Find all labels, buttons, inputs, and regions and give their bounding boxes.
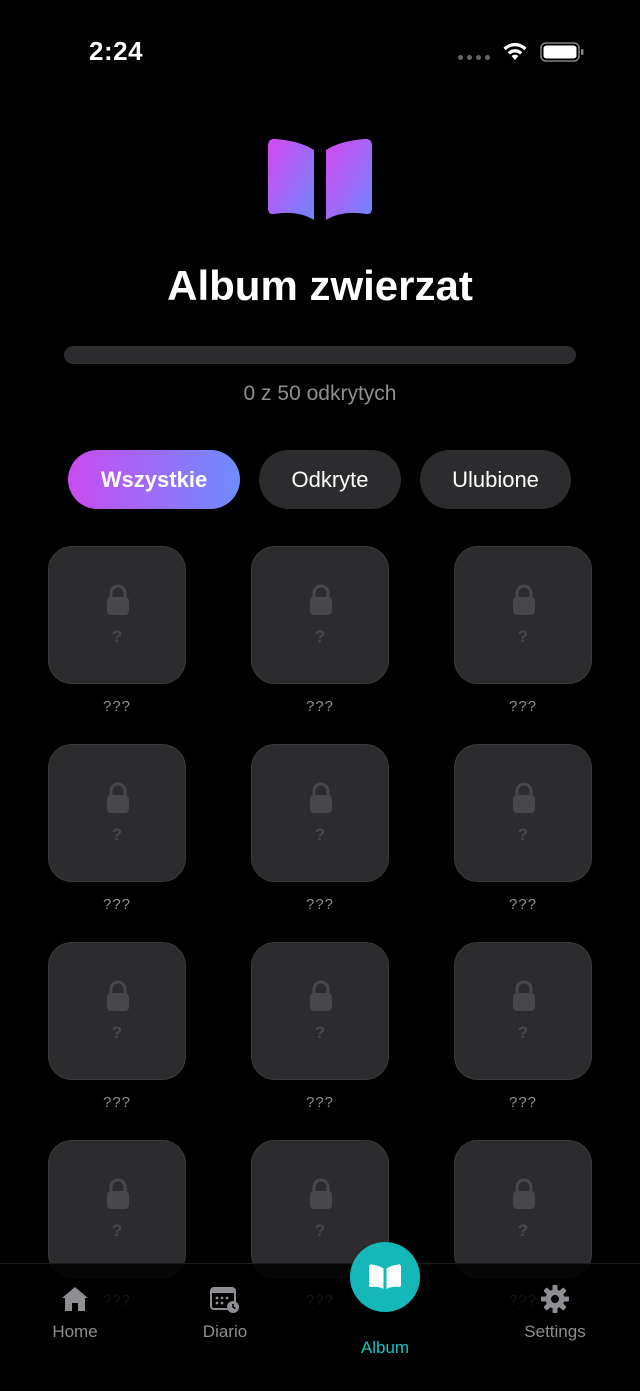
lock-icon bbox=[513, 782, 535, 813]
lock-icon bbox=[310, 980, 332, 1011]
card-placeholder: ? bbox=[517, 1221, 529, 1240]
card-placeholder: ? bbox=[111, 1023, 123, 1042]
tab-album-label: Album bbox=[360, 1338, 410, 1357]
lock-icon bbox=[513, 1178, 535, 1209]
tab-home[interactable]: Home bbox=[30, 1264, 120, 1391]
tab-home-label: Home bbox=[52, 1322, 98, 1341]
gear-icon bbox=[541, 1285, 569, 1313]
card-placeholder: ? bbox=[111, 627, 123, 646]
tab-diario[interactable]: Diario bbox=[180, 1264, 270, 1391]
tab-settings-label: Settings bbox=[524, 1322, 586, 1341]
book-open-icon bbox=[268, 138, 372, 220]
calendar-clock-icon bbox=[210, 1287, 239, 1313]
animal-card-locked[interactable]: ? bbox=[251, 546, 389, 684]
book-open-icon bbox=[369, 1264, 401, 1289]
signal-dots-icon bbox=[458, 55, 490, 60]
lock-icon bbox=[107, 584, 129, 615]
card-placeholder: ? bbox=[517, 627, 529, 646]
animal-card-label: ??? bbox=[102, 1094, 132, 1111]
progress-label: 0 z 50 odkrytych bbox=[243, 382, 397, 405]
filter-favorites-button[interactable]: Ulubione bbox=[420, 450, 571, 509]
animal-card-label: ??? bbox=[508, 1094, 538, 1111]
animal-card-locked[interactable]: ? bbox=[251, 942, 389, 1080]
animal-card-locked[interactable]: ? bbox=[48, 1140, 186, 1278]
card-placeholder: ? bbox=[517, 1023, 529, 1042]
status-bar: 2:24 bbox=[0, 0, 640, 100]
card-placeholder: ? bbox=[517, 825, 529, 844]
status-time: 2:24 bbox=[89, 36, 144, 66]
animal-card-label: ??? bbox=[102, 896, 132, 913]
card-placeholder: ? bbox=[314, 825, 326, 844]
animal-card-label: ??? bbox=[305, 896, 335, 913]
tab-diario-label: Diario bbox=[202, 1322, 248, 1341]
tab-bar: Home Diario Settings bbox=[0, 1263, 640, 1391]
tab-settings[interactable]: Settings bbox=[505, 1264, 605, 1391]
card-placeholder: ? bbox=[314, 1221, 326, 1240]
card-placeholder: ? bbox=[314, 1023, 326, 1042]
card-placeholder: ? bbox=[314, 627, 326, 646]
page-title: Album zwierzat bbox=[167, 262, 473, 309]
animal-card-label: ??? bbox=[305, 698, 335, 715]
filter-discovered-button[interactable]: Odkryte bbox=[259, 450, 401, 509]
lock-icon bbox=[310, 782, 332, 813]
card-placeholder: ? bbox=[111, 1221, 123, 1240]
animal-card-label: ??? bbox=[508, 698, 538, 715]
battery-icon bbox=[540, 42, 584, 62]
animal-card-label: ??? bbox=[305, 1094, 335, 1111]
animal-card-label: ??? bbox=[508, 896, 538, 913]
card-placeholder: ? bbox=[111, 825, 123, 844]
animal-card-locked[interactable]: ? bbox=[48, 744, 186, 882]
lock-icon bbox=[310, 1178, 332, 1209]
filter-all-button[interactable]: Wszystkie bbox=[68, 450, 240, 509]
progress-bar bbox=[64, 346, 576, 364]
animal-card-locked[interactable]: ? bbox=[251, 744, 389, 882]
tab-album[interactable] bbox=[350, 1242, 420, 1312]
lock-icon bbox=[107, 980, 129, 1011]
lock-icon bbox=[513, 584, 535, 615]
animal-card-locked[interactable]: ? bbox=[454, 744, 592, 882]
animal-card-label: ??? bbox=[102, 698, 132, 715]
animal-card-locked[interactable]: ? bbox=[48, 942, 186, 1080]
lock-icon bbox=[513, 980, 535, 1011]
animal-card-locked[interactable]: ? bbox=[454, 942, 592, 1080]
wifi-icon bbox=[503, 42, 527, 60]
animal-card-locked[interactable]: ? bbox=[454, 546, 592, 684]
animal-card-locked[interactable]: ? bbox=[48, 546, 186, 684]
lock-icon bbox=[107, 1178, 129, 1209]
house-icon bbox=[62, 1287, 88, 1311]
lock-icon bbox=[107, 782, 129, 813]
animal-card-locked[interactable]: ? bbox=[454, 1140, 592, 1278]
lock-icon bbox=[310, 584, 332, 615]
